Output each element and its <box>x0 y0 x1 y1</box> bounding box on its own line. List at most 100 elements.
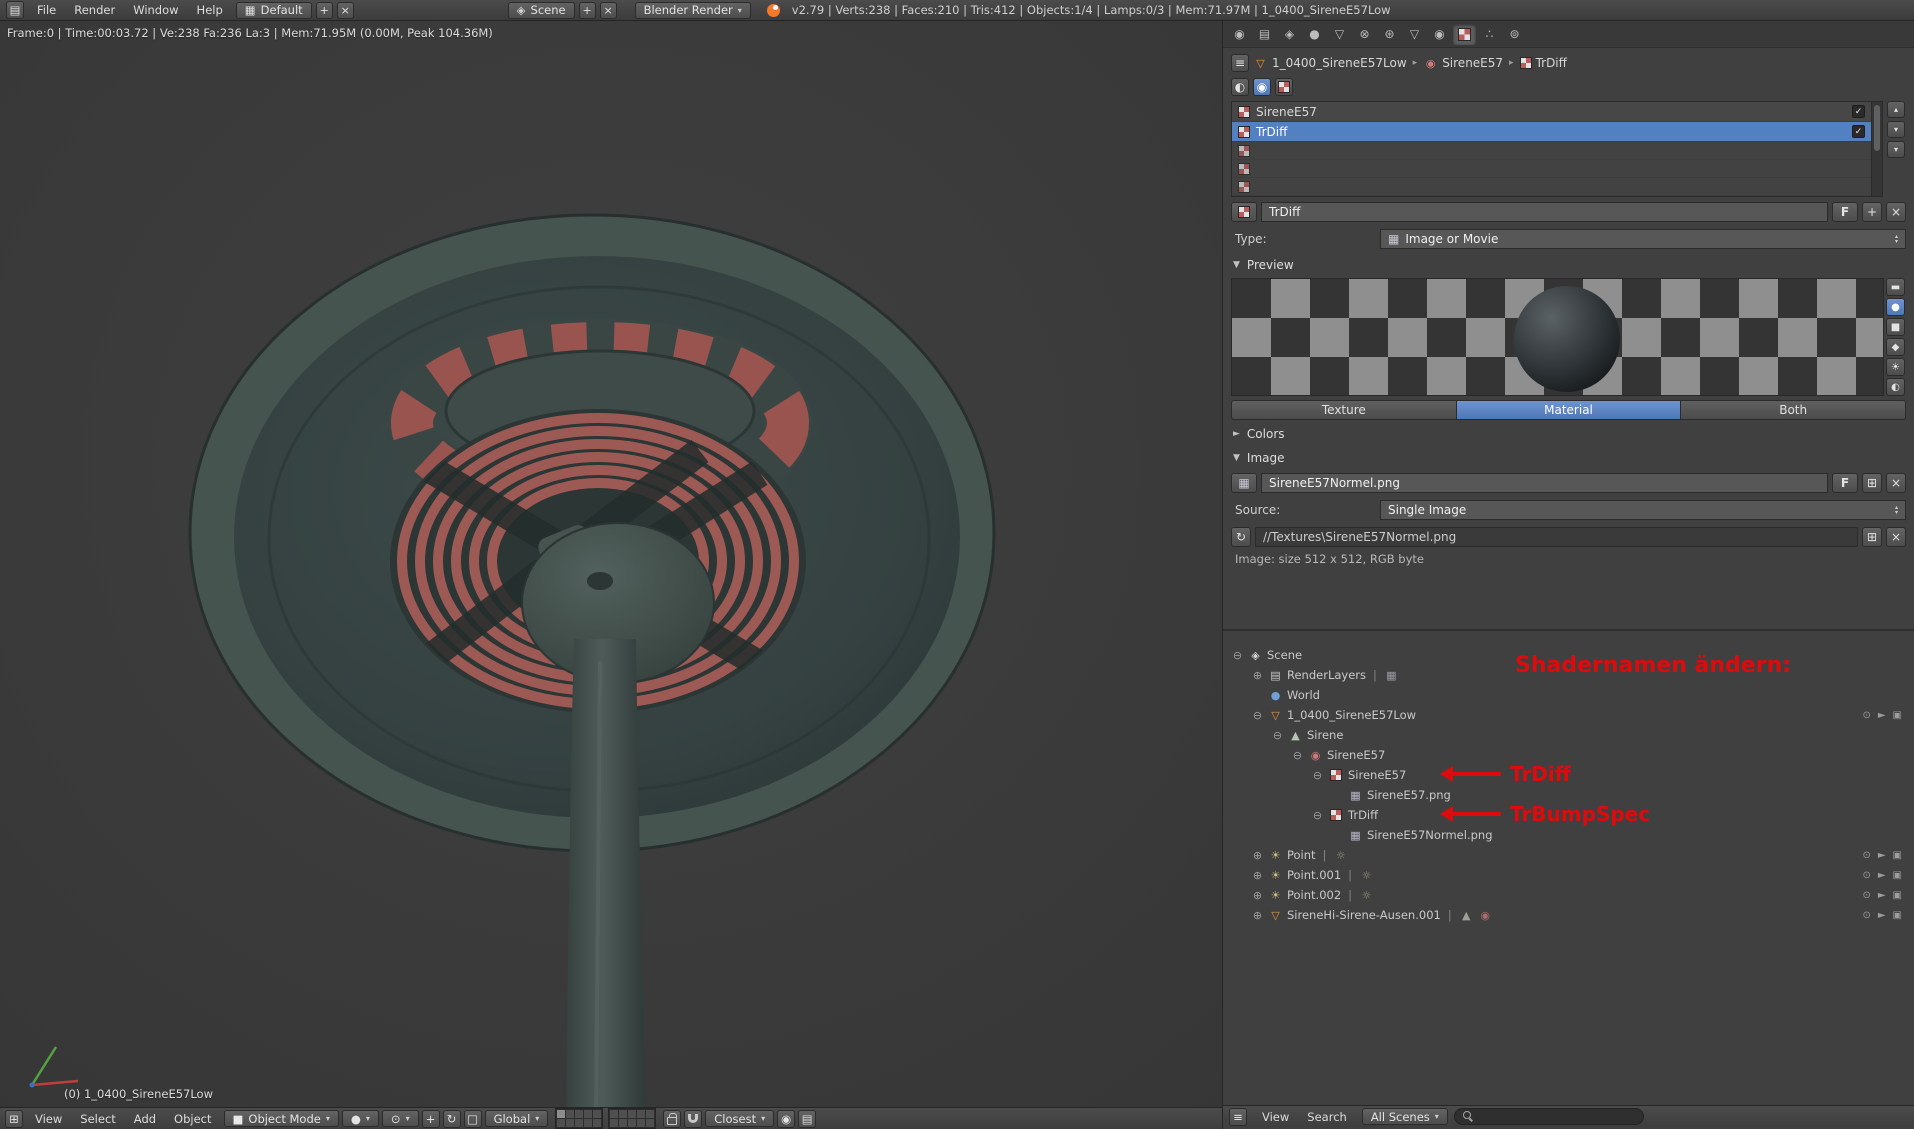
unlink-texture-button[interactable]: × <box>1886 202 1906 222</box>
collapse-icon[interactable]: ⊖ <box>1251 709 1264 722</box>
texture-slot-empty[interactable] <box>1232 160 1871 178</box>
outliner-row[interactable]: ⊖◈Scene <box>1223 645 1914 665</box>
image-section-header[interactable]: ▼ Image <box>1223 447 1914 468</box>
clear-path-icon[interactable]: × <box>1886 527 1906 547</box>
display-filter-dropdown[interactable]: All Scenes ▾ <box>1362 1108 1448 1125</box>
colors-section-header[interactable]: ► Colors <box>1223 423 1914 444</box>
layer-cell[interactable] <box>610 1119 618 1127</box>
camera-icon[interactable]: ▣ <box>1893 850 1902 861</box>
outliner-menu-view[interactable]: View <box>1253 1110 1298 1124</box>
menu-file[interactable]: File <box>28 3 65 17</box>
editor-type-outliner-icon[interactable]: ≡ <box>1229 1108 1247 1126</box>
viewport-3d[interactable]: Frame:0 | Time:00:03.72 | Ve:238 Fa:236 … <box>0 21 1222 1129</box>
slot-enabled-checkbox[interactable]: ✓ <box>1852 105 1865 118</box>
expand-icon[interactable]: ⊕ <box>1251 869 1264 882</box>
close-layout-button[interactable]: × <box>337 2 354 19</box>
layer-cell[interactable] <box>637 1119 645 1127</box>
slot-move-up-icon[interactable]: ▴ <box>1887 101 1905 118</box>
layer-cell[interactable] <box>610 1110 618 1118</box>
tab-particles[interactable]: ∴ <box>1478 24 1501 45</box>
expand-icon[interactable]: ⊕ <box>1251 669 1264 682</box>
layer-cell[interactable] <box>584 1110 592 1118</box>
scale-manipulator-icon[interactable]: □ <box>464 1110 482 1128</box>
render-opengl-anim-icon[interactable]: ▤ <box>798 1110 816 1128</box>
layer-cell[interactable] <box>637 1110 645 1118</box>
layer-cell[interactable] <box>646 1119 654 1127</box>
slot-enabled-checkbox[interactable]: ✓ <box>1852 125 1865 138</box>
slot-specials-menu-icon[interactable]: ▾ <box>1887 141 1905 158</box>
fake-user-button[interactable]: F <box>1832 202 1858 222</box>
texture-slot[interactable]: TrDiff✓ <box>1232 122 1871 142</box>
layer-cell[interactable] <box>575 1110 583 1118</box>
search-input[interactable] <box>1479 1110 1635 1124</box>
add-layout-button[interactable]: + <box>316 2 333 19</box>
expand-icon[interactable]: ⊕ <box>1251 909 1264 922</box>
lock-icon[interactable] <box>663 1110 681 1128</box>
expand-icon[interactable]: ⊕ <box>1251 849 1264 862</box>
preview-light-icon[interactable]: ☀ <box>1886 358 1905 376</box>
cursor-icon[interactable]: ► <box>1878 890 1886 901</box>
layer-cell[interactable] <box>593 1110 601 1118</box>
browse-file-icon[interactable]: ⊞ <box>1862 527 1882 547</box>
camera-icon[interactable]: ▣ <box>1893 910 1902 921</box>
texture-browse-icon[interactable] <box>1231 202 1257 222</box>
menu-window[interactable]: Window <box>124 3 187 17</box>
preview-sphere-icon[interactable]: ● <box>1886 298 1905 316</box>
layer-cell[interactable] <box>566 1110 574 1118</box>
layer-cell[interactable] <box>628 1119 636 1127</box>
render-opengl-icon[interactable]: ◉ <box>777 1110 795 1128</box>
editor-type-3dview-icon[interactable]: ⊞ <box>5 1110 23 1128</box>
expand-icon[interactable]: ⊕ <box>1251 889 1264 902</box>
outliner-row[interactable]: ●World <box>1223 685 1914 705</box>
layer-cell[interactable] <box>593 1119 601 1127</box>
reload-image-icon[interactable]: ↻ <box>1231 527 1251 547</box>
texture-slot-empty[interactable] <box>1232 178 1871 196</box>
texture-slot[interactable]: SireneE57✓ <box>1232 102 1871 122</box>
texture-context-world[interactable]: ◐ <box>1231 78 1249 96</box>
layer-cell[interactable] <box>646 1110 654 1118</box>
layer-cell[interactable] <box>557 1110 565 1118</box>
type-dropdown[interactable]: ▦ Image or Movie ▴▾ <box>1380 229 1906 249</box>
tab-texture[interactable] <box>1453 24 1476 45</box>
outliner-row[interactable]: ⊕☀Point.001|☼⊙►▣ <box>1223 865 1914 885</box>
texture-context-other[interactable] <box>1275 78 1293 96</box>
image-fake-user-button[interactable]: F <box>1832 473 1858 493</box>
snap-magnet-icon[interactable] <box>684 1110 702 1128</box>
cursor-icon[interactable]: ► <box>1878 850 1886 861</box>
scene-selector[interactable]: ◈ Scene <box>508 2 575 19</box>
cursor-icon[interactable]: ► <box>1878 710 1886 721</box>
viewport-menu-select[interactable]: Select <box>71 1112 124 1126</box>
layer-cell[interactable] <box>584 1119 592 1127</box>
pivot-dropdown[interactable]: ⊙ ▾ <box>382 1110 419 1127</box>
outliner-row[interactable]: ▦SireneE57Normel.png <box>1223 825 1914 845</box>
outliner-row[interactable]: ⊖▲Sirene <box>1223 725 1914 745</box>
layer-cell[interactable] <box>628 1110 636 1118</box>
snap-element-dropdown[interactable]: Closest ▾ <box>705 1110 774 1127</box>
shading-dropdown[interactable]: ● ▾ <box>342 1110 379 1127</box>
source-dropdown[interactable]: Single Image ▴▾ <box>1380 500 1906 520</box>
slot-move-down-icon[interactable]: ▾ <box>1887 121 1905 138</box>
tab-object[interactable]: ▽ <box>1328 24 1351 45</box>
eye-icon[interactable]: ⊙ <box>1862 850 1870 861</box>
preview-target-both-button[interactable]: Both <box>1680 400 1906 420</box>
add-scene-button[interactable]: + <box>579 2 596 19</box>
collapse-icon[interactable]: ⊖ <box>1291 749 1304 762</box>
preview-target-texture-button[interactable]: Texture <box>1231 400 1457 420</box>
camera-icon[interactable]: ▣ <box>1893 710 1902 721</box>
preview-world-preview-icon[interactable]: ◐ <box>1886 378 1905 396</box>
scrollbar[interactable] <box>1871 102 1882 196</box>
screen-layout-selector[interactable]: ▦ Default <box>236 2 312 19</box>
viewport-menu-view[interactable]: View <box>26 1112 71 1126</box>
outliner-row[interactable]: ⊕☀Point.002|☼⊙►▣ <box>1223 885 1914 905</box>
image-path-field[interactable]: //Textures\SireneE57Normel.png <box>1255 527 1858 547</box>
texture-context-material[interactable]: ◉ <box>1253 78 1271 96</box>
tab-material[interactable]: ◉ <box>1428 24 1451 45</box>
layer-cell[interactable] <box>557 1119 565 1127</box>
tab-scene[interactable]: ◈ <box>1278 24 1301 45</box>
texture-name-field[interactable]: TrDiff <box>1261 202 1828 222</box>
collapse-icon[interactable]: ⊖ <box>1311 809 1324 822</box>
outliner-menu-search[interactable]: Search <box>1298 1110 1356 1124</box>
menu-help[interactable]: Help <box>188 3 232 17</box>
preview-target-material-button[interactable]: Material <box>1456 400 1682 420</box>
tab-constraints[interactable]: ⊗ <box>1353 24 1376 45</box>
